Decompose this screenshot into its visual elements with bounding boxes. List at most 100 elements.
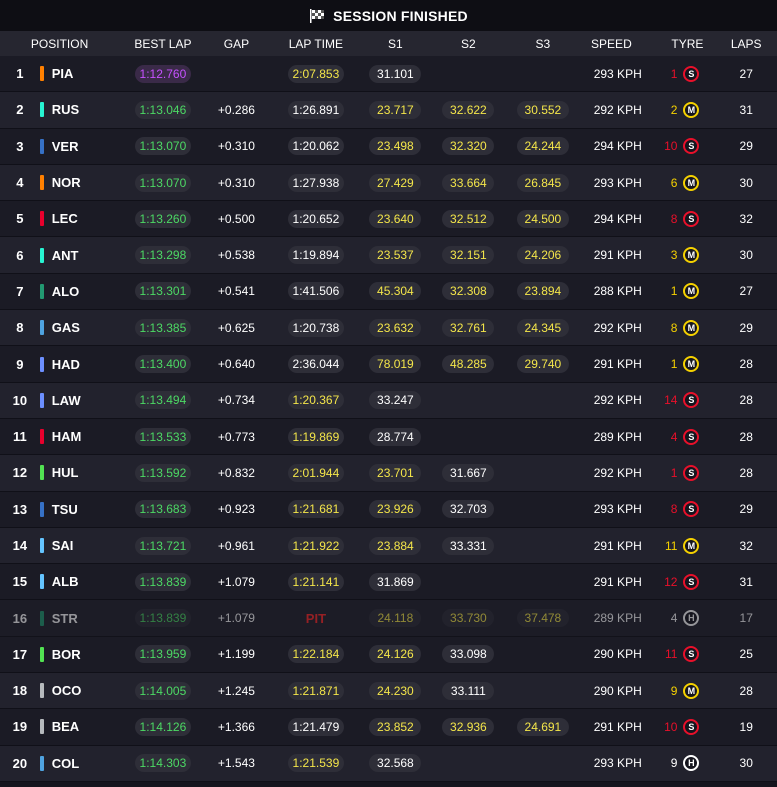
table-row[interactable]: 16 STR 1:13.839 +1.079 PIT 24.118 33.730…	[0, 600, 777, 637]
speed-cell: 291 KPH	[593, 357, 642, 372]
tyre-age: 8	[670, 320, 678, 335]
s3-pill	[517, 435, 569, 439]
s1-cell: 23.852	[366, 717, 426, 736]
s2-pill: 33.730	[442, 609, 495, 628]
s1-cell: 23.701	[366, 463, 426, 482]
table-row[interactable]: 12 HUL 1:13.592 +0.832 2:01.944 23.701 3…	[0, 455, 777, 492]
s1-cell: 32.568	[366, 754, 426, 773]
laps-cell: 28	[739, 465, 753, 480]
position-cell: 15	[12, 574, 28, 590]
table-row[interactable]: 5 LEC 1:13.260 +0.500 1:20.652 23.640 32…	[0, 201, 777, 238]
s1-cell: 33.247	[366, 391, 426, 410]
lap-time-cell: 2:36.044	[266, 355, 365, 374]
table-row[interactable]: 18 OCO 1:14.005 +1.245 1:21.871 24.230 3…	[0, 673, 777, 710]
tyre-cell: 8 S	[654, 210, 716, 227]
lap-time-cell: PIT	[266, 611, 365, 626]
lap-time-cell: 1:21.141	[266, 572, 365, 591]
laps-cell: 19	[739, 719, 753, 734]
s1-pill: 28.774	[369, 427, 422, 446]
table-row[interactable]: 2 RUS 1:13.046 +0.286 1:26.891 23.717 32…	[0, 92, 777, 129]
table-row[interactable]: 7 ALO 1:13.301 +0.541 1:41.506 45.304 32…	[0, 273, 777, 311]
tyre-compound-icon: M	[683, 319, 700, 336]
col-tyre[interactable]: TYRE	[654, 37, 716, 51]
driver-code: ALB	[51, 574, 79, 590]
driver-cell: ALO	[39, 283, 119, 299]
lap-time-pill: 1:41.506	[287, 282, 345, 301]
s1-pill: 23.640	[369, 209, 422, 228]
s2-cell: 32.512	[425, 209, 511, 228]
gap-cell: +0.500	[217, 211, 255, 226]
table-row[interactable]: 8 GAS 1:13.385 +0.625 1:20.738 23.632 32…	[0, 310, 777, 347]
team-color-bar	[39, 646, 44, 662]
s2-pill: 32.761	[442, 318, 495, 337]
tyre-age: 12	[664, 574, 678, 589]
tyre-cell: 1 S	[654, 65, 716, 82]
driver-code: SAI	[51, 538, 74, 553]
col-s2[interactable]: S2	[425, 37, 511, 51]
s3-pill: 24.244	[516, 137, 569, 156]
table-row[interactable]: 14 SAI 1:13.721 +0.961 1:21.922 23.884 3…	[0, 527, 777, 565]
tyre-compound-icon: M	[683, 101, 700, 118]
col-speed[interactable]: SPEED	[574, 37, 654, 51]
col-best-lap[interactable]: BEST LAP	[119, 37, 206, 51]
s1-pill: 27.429	[369, 173, 422, 192]
table-row[interactable]: 15 ALB 1:13.839 +1.079 1:21.141 31.869 2…	[0, 564, 777, 601]
table-row[interactable]: 4 NOR 1:13.070 +0.310 1:27.938 27.429 33…	[0, 164, 777, 202]
col-s3[interactable]: S3	[512, 37, 575, 51]
tyre-age: 10	[664, 719, 678, 734]
tyre-age: 4	[670, 611, 678, 626]
table-row[interactable]: 17 BOR 1:13.959 +1.199 1:22.184 24.126 3…	[0, 636, 777, 674]
s3-cell: 24.244	[512, 137, 575, 156]
lap-time-cell: 2:07.853	[266, 64, 365, 83]
s3-cell	[512, 435, 575, 439]
col-gap[interactable]: GAP	[207, 37, 267, 51]
s3-cell	[512, 471, 575, 475]
tyre-age: 11	[664, 538, 678, 553]
driver-code: BOR	[51, 646, 81, 662]
s2-pill: 33.111	[442, 681, 495, 700]
gap-cell: +0.773	[217, 429, 255, 444]
tyre-compound-icon: H	[683, 610, 700, 627]
gap-cell: +0.310	[217, 139, 255, 154]
s3-pill: 24.500	[516, 209, 569, 228]
table-row[interactable]: 11 HAM 1:13.533 +0.773 1:19.869 28.774 2…	[0, 418, 777, 456]
table-row[interactable]: 9 HAD 1:13.400 +0.640 2:36.044 78.019 48…	[0, 346, 777, 383]
s2-cell	[425, 761, 511, 765]
best-lap-pill: 1:13.298	[134, 246, 192, 265]
s1-pill: 31.869	[369, 572, 422, 591]
col-laps[interactable]: LAPS	[715, 37, 777, 51]
team-color-bar	[39, 138, 44, 154]
col-lap-time[interactable]: LAP TIME	[266, 37, 365, 51]
team-color-bar	[39, 610, 44, 626]
table-row[interactable]: 3 VER 1:13.070 +0.310 1:20.062 23.498 32…	[0, 128, 777, 165]
table-row[interactable]: 10 LAW 1:13.494 +0.734 1:20.367 33.247 2…	[0, 382, 777, 419]
col-position[interactable]: POSITION	[0, 37, 119, 51]
position-cell: 14	[12, 538, 28, 553]
best-lap-pill: 1:13.400	[134, 355, 192, 374]
lap-time-cell: 1:22.184	[266, 645, 365, 664]
gap-cell: +0.640	[217, 357, 255, 372]
lap-time-cell: 1:21.681	[266, 500, 365, 519]
speed-cell: 292 KPH	[593, 393, 642, 408]
best-lap-cell: 1:13.592	[119, 463, 206, 482]
s2-pill	[442, 72, 494, 76]
results-table: 1 PIA 1:12.760 2:07.853 31.101 293 KPH 1…	[0, 56, 777, 782]
best-lap-cell: 1:13.260	[119, 209, 206, 228]
tyre-cell: 8 M	[654, 319, 716, 336]
best-lap-pill: 1:13.839	[134, 572, 192, 591]
table-row[interactable]: 19 BEA 1:14.126 +1.366 1:21.479 23.852 3…	[0, 709, 777, 746]
table-row[interactable]: 6 ANT 1:13.298 +0.538 1:19.894 23.537 32…	[0, 237, 777, 274]
driver-cell: BEA	[39, 719, 119, 735]
col-s1[interactable]: S1	[366, 37, 426, 51]
driver-code: HAM	[51, 429, 82, 445]
driver-cell: HAD	[39, 356, 119, 372]
tyre-age: 14	[664, 393, 678, 408]
s2-pill	[442, 398, 494, 402]
table-row[interactable]: 13 TSU 1:13.683 +0.923 1:21.681 23.926 3…	[0, 491, 777, 528]
tyre-age: 1	[670, 284, 678, 299]
table-row[interactable]: 1 PIA 1:12.760 2:07.853 31.101 293 KPH 1…	[0, 56, 777, 93]
speed-cell: 292 KPH	[593, 465, 642, 480]
lap-time-pill: 1:21.141	[287, 572, 345, 591]
best-lap-pill: 1:13.494	[134, 391, 192, 410]
table-row[interactable]: 20 COL 1:14.303 +1.543 1:21.539 32.568 2…	[0, 745, 777, 782]
